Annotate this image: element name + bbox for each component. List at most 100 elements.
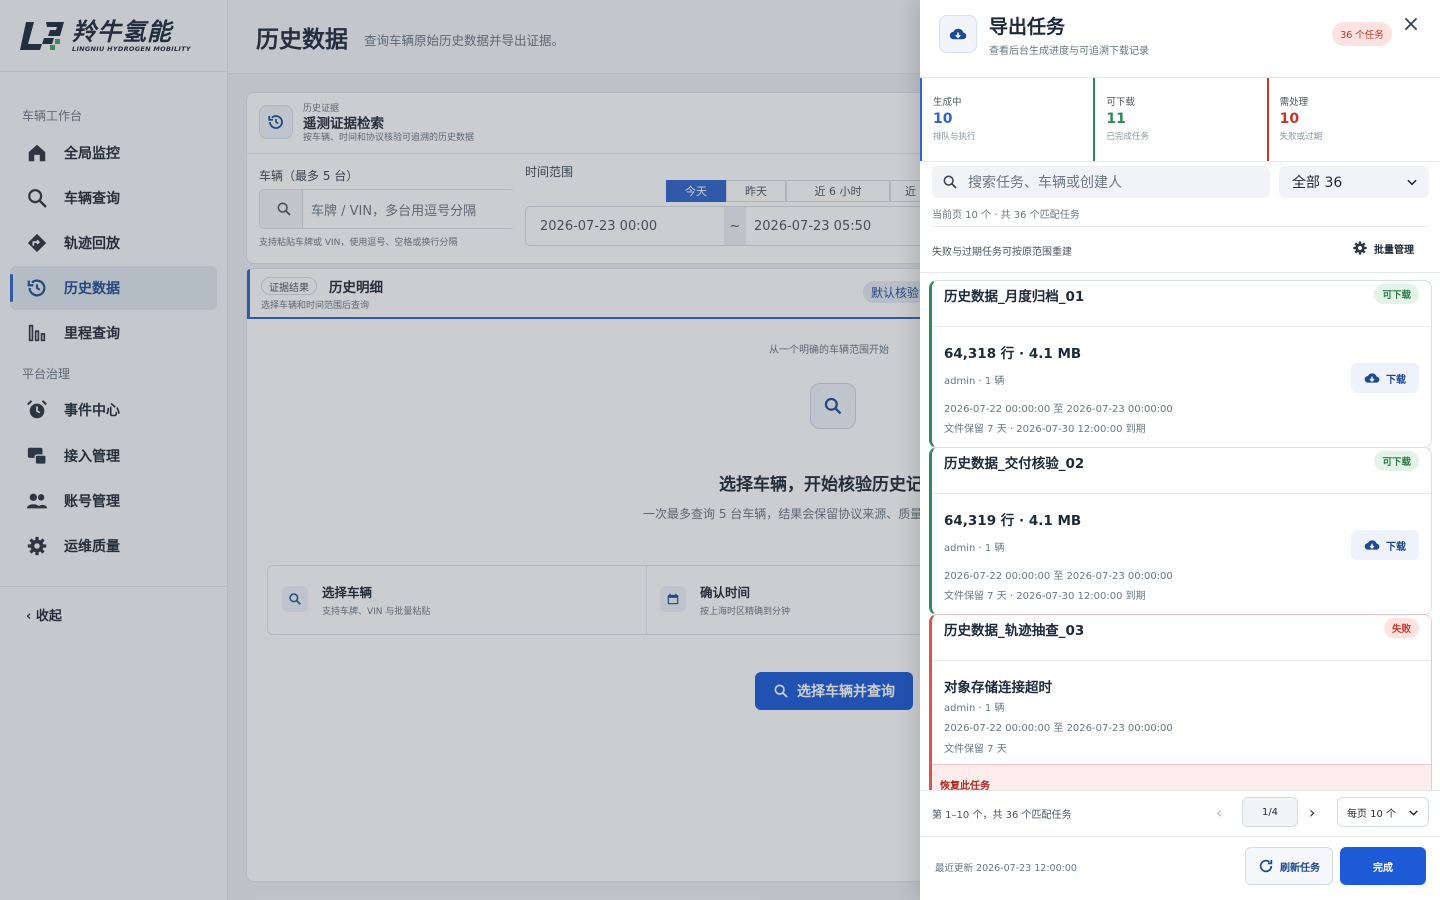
sidebar-item-events[interactable]: 事件中心	[10, 388, 217, 432]
sidebar-item-accounts[interactable]: 账号管理	[10, 479, 217, 523]
home-icon	[28, 144, 46, 162]
stat-key: 需处理	[1279, 97, 1309, 108]
chevron-left-icon[interactable]: ‹	[1216, 803, 1222, 822]
task-title: 历史数据_月度归档_01	[944, 289, 1085, 305]
task-error: 对象存储连接超时	[944, 680, 1052, 696]
sidebar-item-vehicle-query[interactable]: 车辆查询	[10, 176, 217, 220]
page-indicator[interactable]: 1/4	[1242, 797, 1298, 827]
alarm-icon	[27, 400, 47, 419]
empty-desc: 一次最多查询 5 台车辆，结果会保留协议来源、质量	[643, 507, 923, 521]
sidebar-item-label: 接入管理	[64, 449, 120, 465]
sidebar-item-monitor[interactable]: 全局监控	[10, 131, 217, 175]
search-icon	[28, 189, 47, 208]
chip-more[interactable]: 近	[890, 180, 924, 202]
search-placeholder: 搜索任务、车辆或创建人	[968, 175, 1122, 191]
time-range-input[interactable]: 2026-07-23 00:00 ~ 2026-07-23 05:50	[525, 206, 925, 246]
vehicle-input[interactable]: 车牌 / VIN，多台用逗号分隔	[302, 190, 516, 228]
sidebar-item-mileage[interactable]: 里程查询	[10, 311, 217, 355]
download-button[interactable]: 下载	[1351, 530, 1419, 560]
task-card[interactable]: 历史数据_月度归档_01 可下载 64,318 行 · 4.1 MB admin…	[929, 280, 1432, 448]
task-list: 历史数据_月度归档_01 可下载 64,318 行 · 4.1 MB admin…	[920, 273, 1440, 790]
last-updated: 最近更新 2026-07-23 12:00:00	[935, 863, 1077, 874]
sidebar-item-ops[interactable]: 运维质量	[10, 524, 217, 568]
search-icon	[282, 586, 308, 612]
vehicle-hint: 支持粘贴车牌或 VIN，使用逗号、空格或换行分隔	[259, 238, 458, 248]
task-card-failed[interactable]: 历史数据_轨迹抽查_03 失败 对象存储连接超时 admin · 1 辆 202…	[929, 614, 1432, 790]
task-creator: admin · 1 辆	[944, 376, 1005, 387]
page-subtitle: 查询车辆原始历史数据并导出证据。	[364, 33, 565, 48]
step1-desc: 支持车牌、VIN 与批量粘贴	[322, 607, 431, 617]
bulk-manage-label: 批量管理	[1374, 244, 1414, 256]
sidebar-item-history[interactable]: 历史数据	[10, 266, 217, 310]
verify-badge: 默认核验	[863, 281, 928, 303]
stat-value: 10	[933, 111, 953, 127]
restore-task-button[interactable]: 恢复此任务	[932, 764, 1431, 790]
task-card[interactable]: 历史数据_交付核验_02 可下载 64,319 行 · 4.1 MB admin…	[929, 447, 1432, 615]
done-button[interactable]: 完成	[1340, 847, 1426, 885]
task-range: 2026-07-22 00:00:00 至 2026-07-23 00:00:0…	[944, 723, 1173, 734]
search-icon	[943, 175, 957, 189]
chevron-right-icon[interactable]: ›	[1309, 803, 1315, 822]
query-button[interactable]: 选择车辆并查询	[755, 672, 913, 710]
refresh-tasks-button[interactable]: 刷新任务	[1245, 847, 1333, 885]
brand-logo[interactable]: 羚牛氢能 LINGNIU HYDROGEN MOBILITY	[0, 0, 227, 72]
export-tasks-drawer: 导出任务 查看后台生成进度与可追溯下载记录 36 个任务 × 生成中 10 排队…	[920, 0, 1440, 900]
status-filter-select[interactable]: 全部 36	[1279, 166, 1429, 198]
result-desc: 选择车辆和时间范围后查询	[261, 301, 370, 311]
step1-title: 选择车辆	[322, 585, 373, 600]
stat-generating[interactable]: 生成中 10 排队与执行	[920, 78, 1093, 161]
connect-icon	[27, 447, 47, 465]
task-range: 2026-07-22 00:00:00 至 2026-07-23 00:00:0…	[944, 571, 1173, 582]
history-icon	[27, 279, 46, 297]
stat-downloadable[interactable]: 可下载 11 已完成任务	[1093, 78, 1266, 161]
sidebar-item-label: 运维质量	[64, 539, 120, 555]
drawer-header: 导出任务 查看后台生成进度与可追溯下载记录 36 个任务 ×	[920, 0, 1440, 78]
task-creator: admin · 1 辆	[944, 703, 1005, 714]
end-time[interactable]: 2026-07-23 05:50	[754, 219, 871, 234]
step2-desc: 按上海时区精确到分钟	[700, 607, 791, 617]
cloud-download-icon	[1364, 540, 1380, 550]
task-creator: admin · 1 辆	[944, 543, 1005, 554]
chevron-left-icon: ‹	[26, 609, 32, 624]
task-size: 64,318 行 · 4.1 MB	[944, 346, 1082, 362]
chip-6h[interactable]: 近 6 小时	[786, 180, 890, 202]
collapse-button[interactable]: ‹ 收起	[0, 586, 228, 624]
task-range: 2026-07-22 00:00:00 至 2026-07-23 00:00:0…	[944, 404, 1173, 415]
chip-today[interactable]: 今天	[666, 180, 726, 202]
task-search-input[interactable]: 搜索任务、车辆或创建人	[932, 166, 1270, 198]
stat-value: 10	[1279, 111, 1300, 127]
task-title: 历史数据_轨迹抽查_03	[944, 623, 1085, 639]
drawer-title: 导出任务	[989, 16, 1066, 38]
bar-chart-icon	[28, 324, 46, 342]
stat-hint: 排队与执行	[933, 132, 976, 142]
task-retention: 文件保留 7 天 · 2026-07-30 12:00:00 到期	[944, 424, 1146, 435]
route-icon	[27, 233, 47, 253]
empty-hint: 从一个明确的车辆范围开始	[769, 345, 889, 356]
nav-section-workbench: 车辆工作台	[22, 109, 83, 123]
result-meta: 当前页 10 个 · 共 36 个匹配任务	[932, 210, 1080, 221]
task-count-badge: 36 个任务	[1332, 22, 1392, 46]
nav-section-governance: 平台治理	[22, 367, 71, 381]
stat-attention[interactable]: 需处理 10 失败或过期	[1266, 78, 1440, 161]
empty-title: 选择车辆，开始核验历史记	[719, 475, 923, 495]
vehicle-input-wrap[interactable]: 车牌 / VIN，多台用逗号分隔	[259, 189, 516, 229]
download-button[interactable]: 下载	[1351, 363, 1419, 393]
refresh-label: 刷新任务	[1280, 862, 1320, 874]
pagination: 第 1–10 个，共 36 个匹配任务 ‹ 1/4 › 每页 10 个	[920, 790, 1440, 837]
sidebar-item-access[interactable]: 接入管理	[10, 434, 217, 478]
sidebar-item-track-replay[interactable]: 轨迹回放	[10, 221, 217, 265]
page-size-select[interactable]: 每页 10 个	[1337, 797, 1429, 827]
task-size: 64,319 行 · 4.1 MB	[944, 513, 1082, 529]
sidebar: 羚牛氢能 LINGNIU HYDROGEN MOBILITY 车辆工作台 全局监…	[0, 0, 228, 900]
result-title: 历史明细	[329, 280, 383, 296]
status-badge: 可下载	[1374, 284, 1419, 304]
result-tag: 证据结果	[261, 277, 317, 295]
chip-yesterday[interactable]: 昨天	[726, 180, 786, 202]
sidebar-item-label: 历史数据	[64, 281, 120, 297]
bulk-manage-button[interactable]: 批量管理	[1352, 240, 1414, 256]
start-time[interactable]: 2026-07-23 00:00	[540, 219, 657, 234]
sidebar-item-label: 账号管理	[64, 494, 120, 510]
drawer-footer: 最近更新 2026-07-23 12:00:00 刷新任务 完成	[920, 837, 1440, 900]
close-icon[interactable]: ×	[1400, 14, 1422, 36]
sidebar-item-label: 轨迹回放	[64, 236, 120, 252]
